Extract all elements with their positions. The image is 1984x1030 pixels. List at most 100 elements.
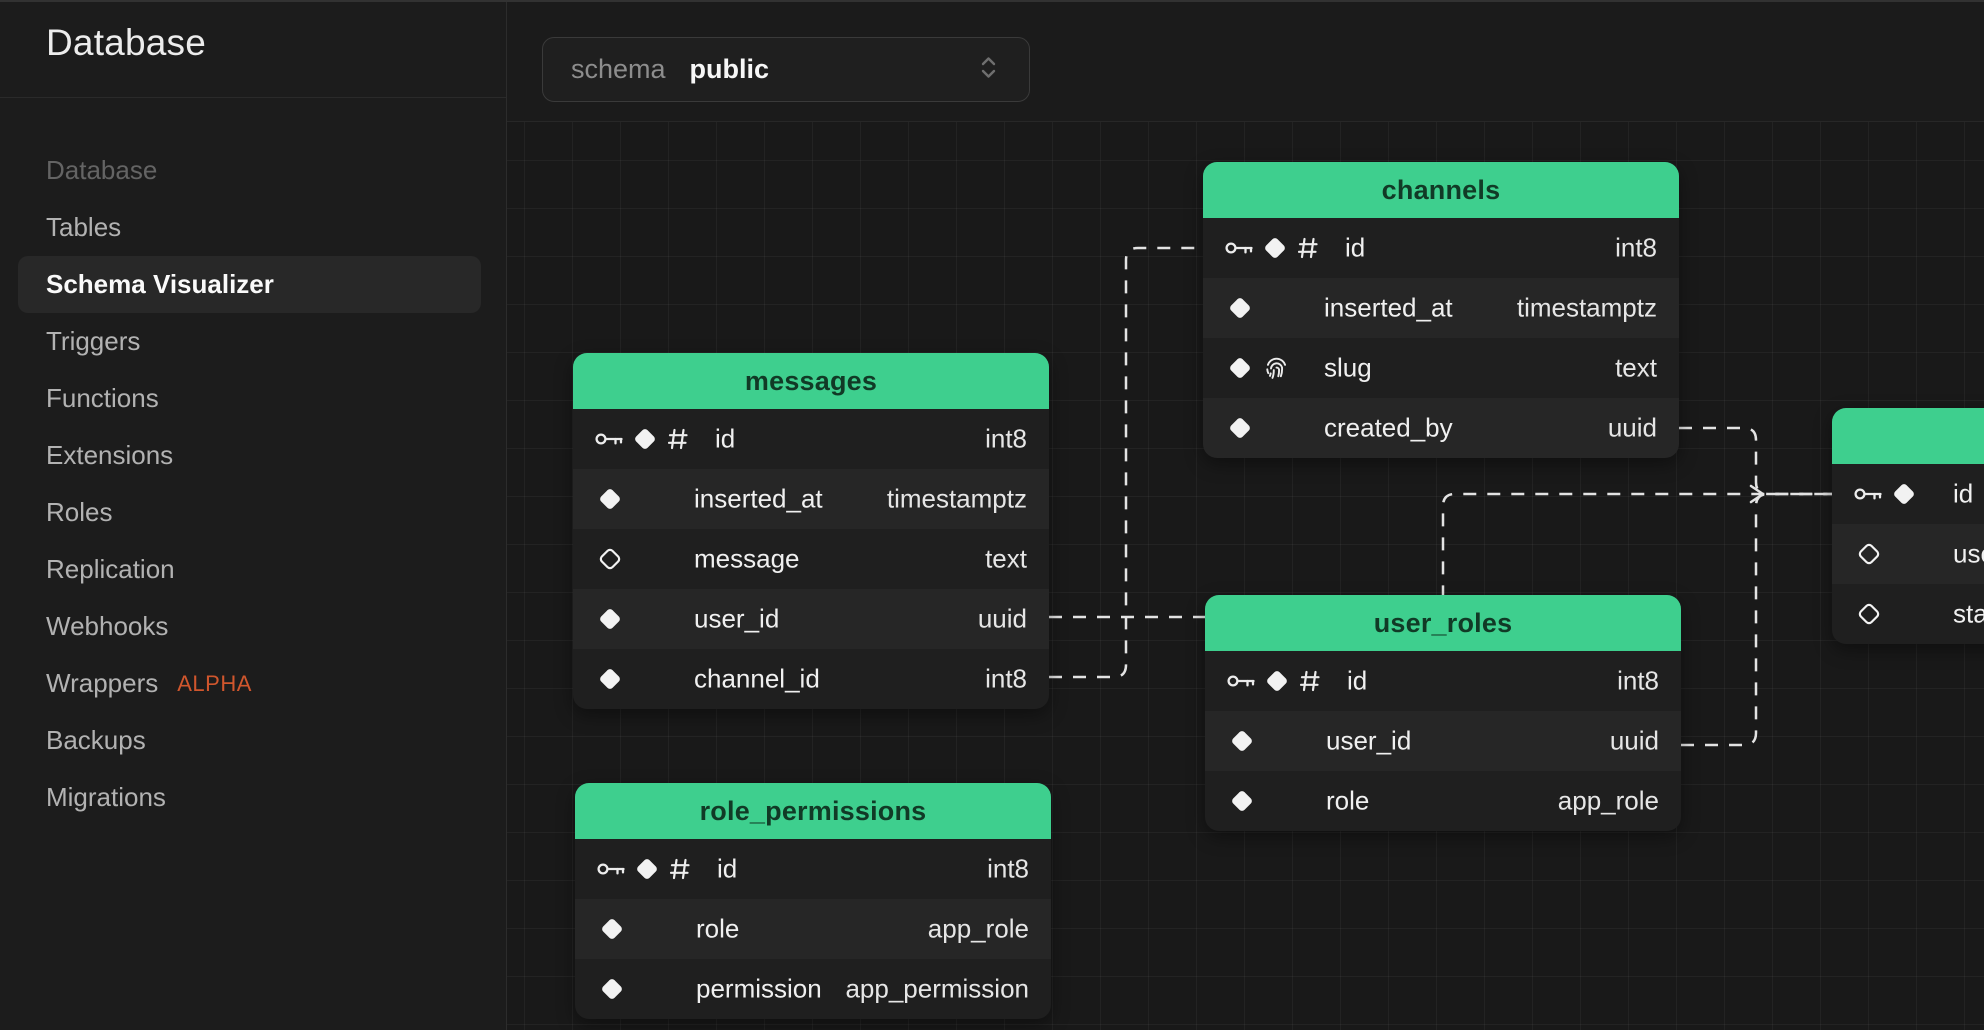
table-header <box>1832 408 1984 464</box>
column-type: int8 <box>985 664 1027 695</box>
column-row-user_id: user_id uuid <box>573 589 1049 649</box>
column-name: channel_id <box>694 664 820 695</box>
not-null-diamond-icon <box>1227 415 1253 441</box>
sidebar-item-triggers[interactable]: Triggers <box>18 313 481 370</box>
column-row-id: id int8 <box>1203 218 1679 278</box>
table-header: user_roles <box>1205 595 1681 651</box>
sidebar-item-backups[interactable]: Backups <box>18 712 481 769</box>
column-type: uuid <box>1608 413 1657 444</box>
sidebar-item-wrappers[interactable]: Wrappers ALPHA <box>18 655 481 712</box>
column-row-message: message text <box>573 529 1049 589</box>
column-row-slug: slug text <box>1203 338 1679 398</box>
column-name: role <box>1326 786 1369 817</box>
table-header: role_permissions <box>575 783 1051 839</box>
table-node-messages[interactable]: messages id int8 inserted_at timestamptz… <box>573 353 1049 709</box>
sidebar-item-label: Database <box>46 142 157 199</box>
table-node-channels[interactable]: channels id int8 inserted_at timestamptz… <box>1203 162 1679 458</box>
table-node-partial[interactable]: id use sta <box>1832 408 1984 644</box>
primary-key-icon <box>595 431 623 447</box>
not-null-diamond-icon <box>1229 788 1255 814</box>
sidebar-item-label: Functions <box>46 370 159 427</box>
sidebar-item-database[interactable]: Database <box>18 142 481 199</box>
nullable-diamond-icon <box>1856 541 1882 567</box>
sidebar-item-replication[interactable]: Replication <box>18 541 481 598</box>
chevrons-up-down-icon <box>980 56 997 84</box>
sidebar-item-label: Wrappers <box>46 655 158 712</box>
column-row-sta: sta <box>1832 584 1984 644</box>
column-name: user_id <box>1326 726 1411 757</box>
numeric-hash-icon <box>668 428 688 450</box>
column-row-use: use <box>1832 524 1984 584</box>
table-node-user_roles[interactable]: user_roles id int8 user_id uuid role app… <box>1205 595 1681 831</box>
column-name: id <box>717 854 737 885</box>
sidebar-item-label: Backups <box>46 712 146 769</box>
schema-select[interactable]: schema public <box>542 37 1030 102</box>
schema-select-value: public <box>690 54 770 85</box>
sidebar-item-label: Migrations <box>46 769 166 826</box>
page-title: Database <box>46 22 206 64</box>
column-row-id: id int8 <box>575 839 1051 899</box>
primary-key-icon <box>597 861 625 877</box>
sidebar-menu: Database Tables Schema Visualizer Trigge… <box>18 142 481 826</box>
alpha-badge: ALPHA <box>177 655 252 712</box>
sidebar-item-label: Roles <box>46 484 112 541</box>
column-row-created_by: created_by uuid <box>1203 398 1679 458</box>
sidebar-item-label: Schema Visualizer <box>46 256 274 313</box>
numeric-hash-icon <box>670 858 690 880</box>
sidebar-item-webhooks[interactable]: Webhooks <box>18 598 481 655</box>
column-type: uuid <box>1610 726 1659 757</box>
not-null-diamond-icon <box>597 606 623 632</box>
sidebar-item-tables[interactable]: Tables <box>18 199 481 256</box>
numeric-hash-icon <box>1300 670 1320 692</box>
numeric-hash-icon <box>1298 237 1318 259</box>
sidebar-item-label: Triggers <box>46 313 140 370</box>
schema-canvas[interactable]: messages id int8 inserted_at timestamptz… <box>507 122 1984 1030</box>
nullable-diamond-icon <box>1856 601 1882 627</box>
schema-visualizer-app: Database Database Tables Schema Visualiz… <box>0 0 1984 1030</box>
table-header: messages <box>573 353 1049 409</box>
sidebar-item-migrations[interactable]: Migrations <box>18 769 481 826</box>
column-type: text <box>985 544 1027 575</box>
sidebar-item-roles[interactable]: Roles <box>18 484 481 541</box>
column-type: uuid <box>978 604 1027 635</box>
column-row-inserted_at: inserted_at timestamptz <box>573 469 1049 529</box>
column-row-permission: permission app_permission <box>575 959 1051 1019</box>
sidebar-item-label: Replication <box>46 541 175 598</box>
relationship-edge-user_roles.user_id-to-users.id <box>1681 494 1832 745</box>
table-header: channels <box>1203 162 1679 218</box>
sidebar-item-extensions[interactable]: Extensions <box>18 427 481 484</box>
column-name: id <box>1347 666 1367 697</box>
column-name: id <box>715 424 735 455</box>
not-null-diamond-icon <box>599 916 625 942</box>
column-row-channel_id: channel_id int8 <box>573 649 1049 709</box>
not-null-diamond-icon <box>597 486 623 512</box>
sidebar-item-schema-visualizer[interactable]: Schema Visualizer <box>18 256 481 313</box>
not-null-diamond-icon <box>1264 668 1290 694</box>
primary-key-icon <box>1225 240 1253 256</box>
column-type: int8 <box>987 854 1029 885</box>
column-type: timestamptz <box>887 484 1027 515</box>
sidebar-item-label: Tables <box>46 199 121 256</box>
primary-key-icon <box>1854 486 1882 502</box>
not-null-diamond-icon <box>597 666 623 692</box>
column-row-role: role app_role <box>1205 771 1681 831</box>
sidebar-item-functions[interactable]: Functions <box>18 370 481 427</box>
relationship-edge-messages.channel_id-to-channels.id <box>1049 248 1203 677</box>
column-name: id <box>1345 233 1365 264</box>
column-name: use <box>1953 539 1984 570</box>
column-type: app_permission <box>845 974 1029 1005</box>
relationship-edge-channels.created_by-to-users.id <box>1679 428 1832 494</box>
table-node-role_permissions[interactable]: role_permissions id int8 role app_role p… <box>575 783 1051 1019</box>
sidebar-item-label: Extensions <box>46 427 173 484</box>
column-row-user_id: user_id uuid <box>1205 711 1681 771</box>
column-type: text <box>1615 353 1657 384</box>
not-null-diamond-icon <box>1227 295 1253 321</box>
not-null-diamond-icon <box>632 426 658 452</box>
window-top-border <box>0 0 1984 2</box>
column-row-id: id <box>1832 464 1984 524</box>
not-null-diamond-icon <box>1229 728 1255 754</box>
column-row-id: id int8 <box>1205 651 1681 711</box>
schema-select-label: schema <box>571 54 666 85</box>
column-type: int8 <box>1615 233 1657 264</box>
column-name: permission <box>696 974 822 1005</box>
